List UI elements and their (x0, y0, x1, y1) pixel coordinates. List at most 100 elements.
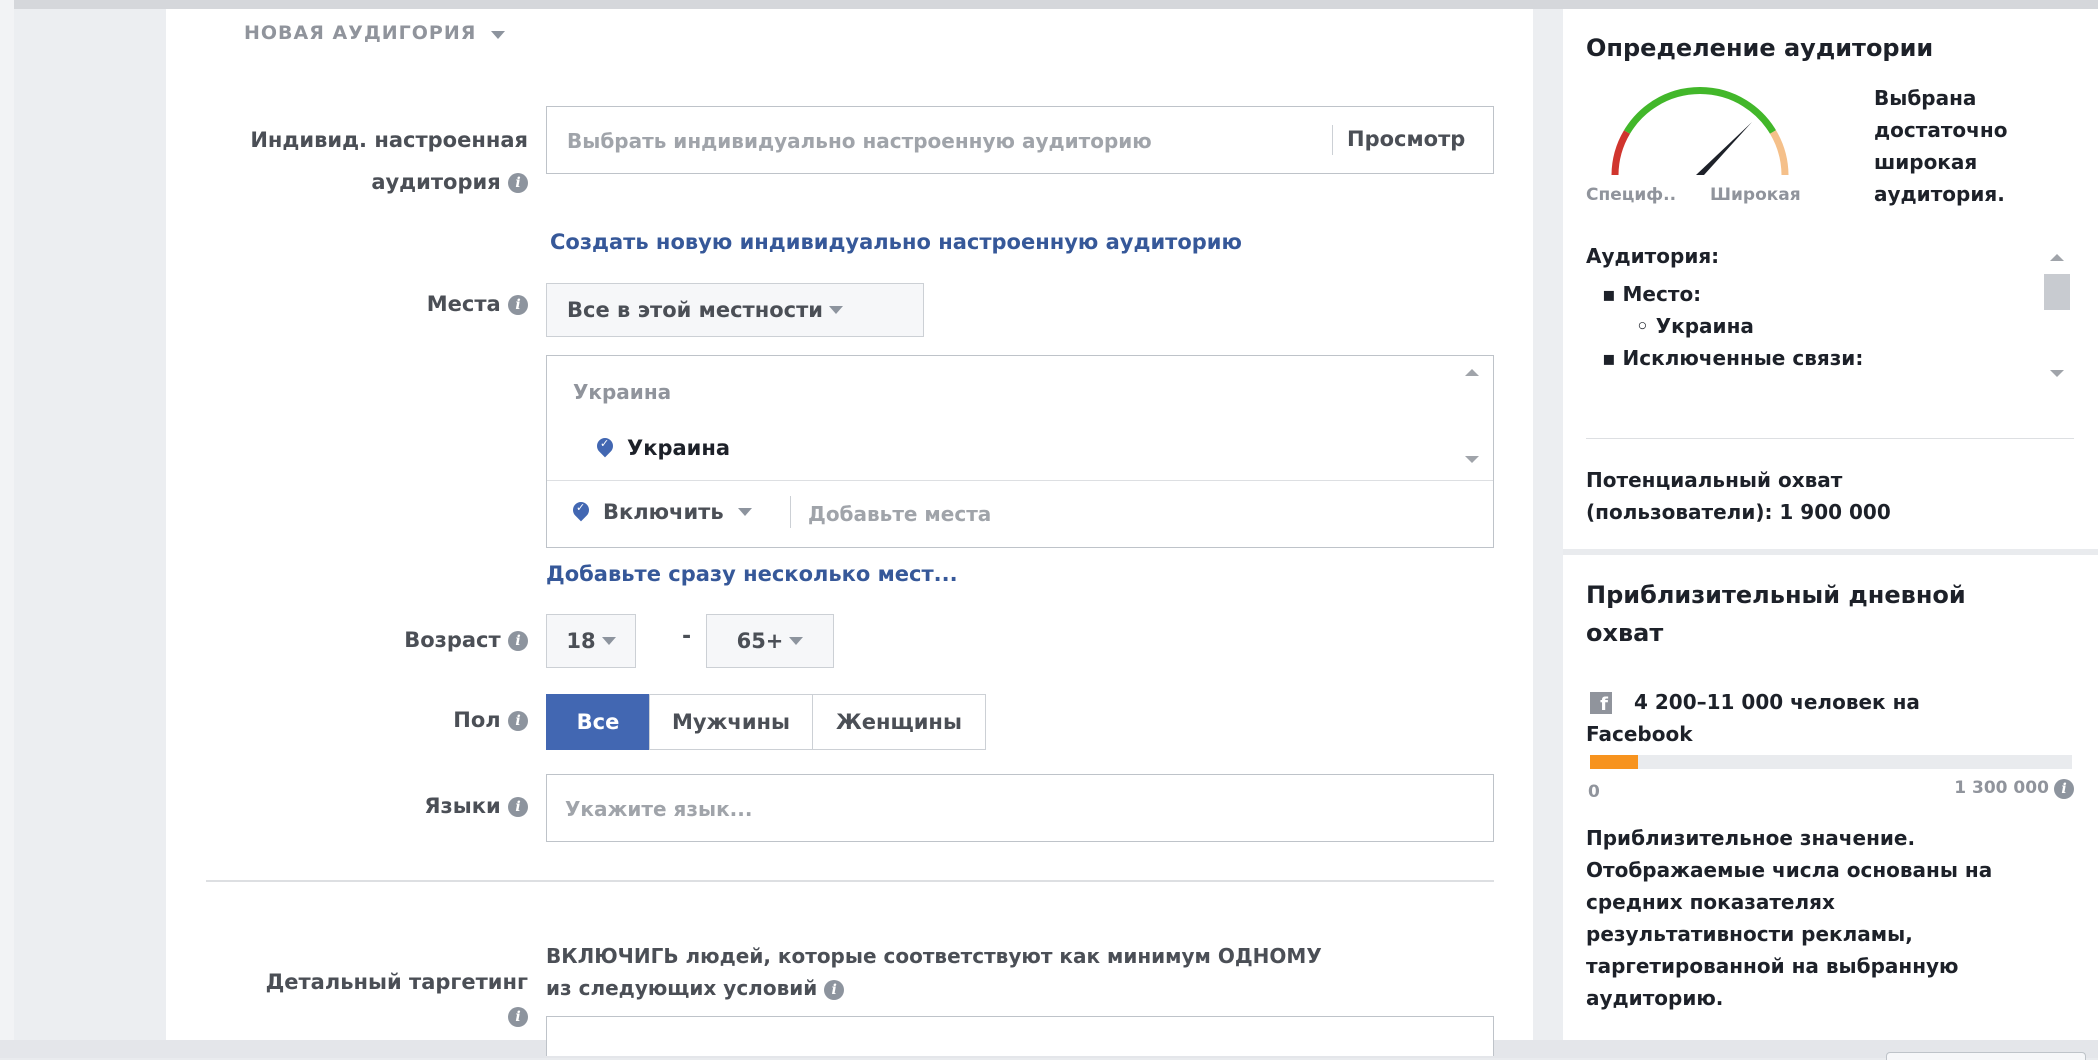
gender-all-label: Все (576, 710, 620, 734)
scale-max-wrap: 1 300 000 i (1900, 778, 2074, 799)
gauge-desc-line4: аудитория. (1874, 182, 2005, 206)
scroll-down-icon[interactable] (2050, 370, 2064, 377)
create-custom-audience-link[interactable]: Создать новую индивидуально настроенную … (550, 230, 1242, 254)
gender-label: Пол (453, 708, 501, 732)
potential-reach: Потенциальный охват (пользователи): 1 90… (1586, 464, 1891, 528)
daily-reach-progress-fill (1590, 755, 1638, 769)
daily-reach-progress-track (1590, 755, 2072, 769)
info-icon[interactable]: i (508, 711, 528, 731)
summary-item-excluded: ▪ Исключенные связи: (1602, 346, 1864, 370)
detailed-targeting-line2: из следующих условий (546, 976, 818, 1000)
gender-male-button[interactable]: Мужчины (649, 694, 813, 750)
languages-input[interactable]: Укажите язык... (546, 774, 1494, 842)
new-audience-dropdown[interactable]: НОВАЯ АУДИГОРИЯ (244, 22, 506, 44)
location-pin-icon (597, 437, 613, 458)
gauge-right-label: Широкая (1710, 185, 1801, 205)
age-max-value: 65+ (736, 629, 784, 653)
languages-placeholder: Укажите язык... (565, 797, 753, 821)
note-line6: аудиторию. (1586, 986, 1724, 1010)
places-group-title: Украина (573, 380, 672, 404)
info-icon[interactable]: i (824, 979, 845, 1000)
info-icon[interactable]: i (508, 631, 528, 651)
scroll-down-icon[interactable] (1465, 456, 1479, 463)
places-label: Места (426, 292, 501, 316)
daily-reach-title: Приблизительный дневной охват (1586, 576, 1966, 652)
audience-summary-heading: Аудитория: (1586, 244, 1720, 268)
age-min-value: 18 (566, 629, 596, 653)
custom-audience-label: Индивид. настроенная аудитория i (200, 128, 528, 194)
include-dropdown[interactable]: Включить (573, 500, 752, 524)
note-line5: таргетированной на выбранную (1586, 954, 1959, 978)
note-line2: Отображаемые числа основаны на (1586, 858, 1993, 882)
facebook-icon: f (1590, 692, 1612, 715)
custom-audience-label-line1: Индивид. настроенная (250, 128, 528, 152)
section-divider (206, 880, 1494, 882)
age-min-dropdown[interactable]: 18 (546, 614, 636, 668)
summary-place-value: Украина (1655, 314, 1754, 338)
note-line4: результативности рекламы, (1586, 922, 1913, 946)
daily-reach-note: Приблизительное значение. Отображаемые ч… (1586, 822, 1992, 1014)
divider (1332, 125, 1333, 155)
daily-reach-value: f 4 200–11 000 человек на Facebook (1586, 686, 1920, 750)
gender-female-button[interactable]: Женщины (812, 694, 986, 750)
detailed-targeting-text: ВКЛЮЧИГЬ людей, которые соответствуют ка… (546, 940, 1322, 1004)
scale-min-label: 0 (1588, 782, 1600, 802)
daily-reach-title-line2: охват (1586, 619, 1664, 647)
scroll-up-icon[interactable] (2050, 254, 2064, 261)
daily-reach-value-line2: Facebook (1586, 722, 1693, 746)
gender-female-label: Женщины (836, 710, 962, 734)
gauge-needle (1696, 122, 1752, 175)
add-places-input[interactable]: Добавьте места (808, 502, 991, 526)
audience-size-gauge (1611, 87, 1789, 176)
gauge-left-label: Специф.. (1586, 185, 1677, 205)
chevron-down-icon (737, 508, 752, 516)
scroll-up-icon[interactable] (1465, 369, 1479, 376)
age-max-dropdown[interactable]: 65+ (706, 614, 834, 668)
custom-audience-placeholder: Выбрать индивидуально настроенную аудито… (567, 129, 1152, 153)
selected-place-label: Украина (627, 436, 731, 460)
summary-item-place-value: ◦ Украина (1636, 314, 1754, 338)
info-icon[interactable]: i (508, 797, 528, 817)
custom-audience-input[interactable]: Выбрать индивидуально настроенную аудито… (546, 106, 1494, 174)
summary-excluded-label: Исключенные связи: (1622, 346, 1864, 370)
add-multiple-places-link[interactable]: Добавьте сразу несколько мест... (546, 562, 958, 586)
places-scope-dropdown[interactable]: Все в этой местности (546, 283, 924, 337)
chevron-down-icon (828, 306, 843, 314)
selected-place[interactable]: Украина (597, 436, 730, 460)
languages-label-wrap: Языки i (330, 794, 528, 818)
column-gap (1533, 9, 1563, 1040)
audience-summary-list[interactable]: Аудитория: ▪ Место: ◦ Украина ▪ Исключен… (1586, 240, 2074, 390)
chevron-down-icon (491, 31, 506, 39)
info-icon[interactable]: i (508, 1007, 528, 1027)
detailed-targeting-line1: ВКЛЮЧИГЬ людей, которые соответствуют ка… (546, 944, 1322, 968)
gender-male-label: Мужчины (671, 710, 791, 734)
gender-all-button[interactable]: Все (546, 694, 650, 750)
browse-button[interactable]: Просмотр (1347, 127, 1465, 151)
info-icon[interactable]: i (508, 295, 528, 315)
divider (547, 480, 1493, 481)
include-label: Включить (603, 500, 724, 524)
note-line1: Приблизительное значение. (1586, 826, 1916, 850)
detailed-targeting-label-wrap: Детальный таргетинг i (200, 970, 528, 1028)
summary-place-label: Место: (1622, 282, 1702, 306)
age-separator: - (682, 624, 692, 649)
gender-label-wrap: Пол i (330, 708, 528, 732)
location-pin-icon (573, 501, 589, 522)
places-label-wrap: Места i (380, 292, 528, 316)
footer-button[interactable] (1886, 1052, 2086, 1060)
places-scope-value: Все в этой местности (567, 298, 823, 322)
gauge-desc-line2: достаточно (1874, 118, 2008, 142)
potential-reach-line2: (пользователи): 1 900 000 (1586, 500, 1891, 524)
info-icon[interactable]: i (2054, 778, 2074, 799)
age-label-wrap: Возраст i (330, 628, 528, 652)
chevron-down-icon (601, 637, 616, 645)
languages-label: Языки (424, 794, 501, 818)
scrollbar-thumb[interactable] (2044, 274, 2070, 310)
daily-reach-value-line1: 4 200–11 000 человек на (1634, 690, 1920, 714)
gauge-desc-line1: Выбрана (1874, 86, 1977, 110)
detailed-targeting-input[interactable] (546, 1016, 1494, 1056)
summary-scrollbar[interactable] (2040, 240, 2074, 390)
gauge-green-segment (1623, 87, 1777, 134)
gauge-orange-segment (1769, 130, 1789, 176)
info-icon[interactable]: i (508, 173, 528, 193)
